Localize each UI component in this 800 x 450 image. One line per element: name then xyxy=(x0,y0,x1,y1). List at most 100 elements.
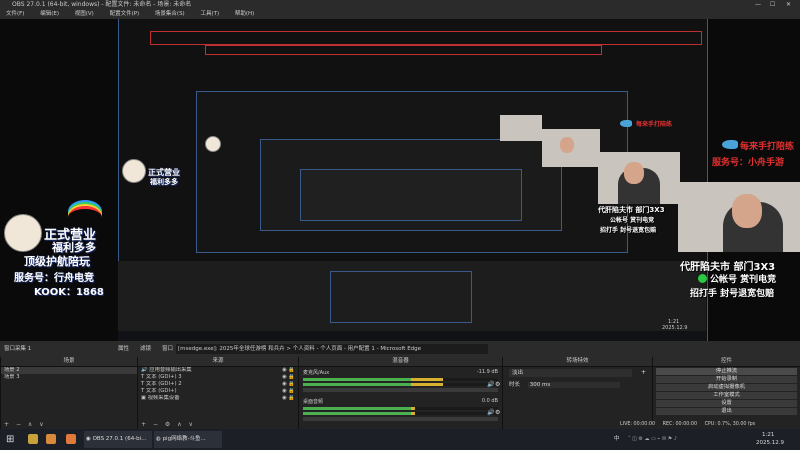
capture-source-name: 窗口采集 1 xyxy=(4,346,32,352)
windows-taskbar: ⊞ ◉ OBS 27.0.1 (64-bi... ◍ pig网络教-斗鱼... … xyxy=(0,429,800,450)
avatar-logo-small-2 xyxy=(205,136,221,152)
webcam-feed-main xyxy=(678,182,800,252)
recursion-frame-red-2 xyxy=(205,45,602,55)
start-virtual-camera-button[interactable]: 启动虚拟摄像机 xyxy=(656,384,797,391)
menu-edit[interactable]: 编辑(E) xyxy=(40,11,59,17)
transition-select[interactable]: 淡出 xyxy=(509,369,632,377)
mixer-channel-2-label: 桌面音频 0.0 dB xyxy=(303,398,498,405)
add-icon[interactable]: + xyxy=(4,421,9,428)
duration-label: 时长 xyxy=(509,382,521,388)
obs-status-bar: LIVE: 00:00:00 REC: 00:00:00 CPU: 0.7%, … xyxy=(620,422,800,429)
right-overlay-small-1: 代肝陷夫市 部门3X3 xyxy=(598,206,665,214)
app-icon[interactable] xyxy=(28,434,38,444)
app-icon[interactable] xyxy=(46,434,56,444)
visibility-icon[interactable]: ◉ 🔒 xyxy=(282,367,295,374)
visibility-icon[interactable]: ◉ 🔒 xyxy=(282,395,295,402)
volume-slider[interactable] xyxy=(303,417,498,421)
minimize-button[interactable]: — xyxy=(755,0,761,10)
mixer-header: 混音器 xyxy=(299,357,502,367)
wechat-icon xyxy=(698,274,707,283)
start-recording-button[interactable]: 开始录制 xyxy=(656,376,797,383)
transitions-header: 转场特效 xyxy=(503,357,652,367)
menu-scene-collection[interactable]: 场景集合(S) xyxy=(155,11,185,17)
source-item[interactable]: ▣ 视频采集设备 ◉ 🔒 xyxy=(138,395,298,402)
volume-slider[interactable] xyxy=(303,388,498,392)
sources-toolbar: + − ⚙ ∧ ∨ xyxy=(138,420,301,429)
add-icon[interactable]: + xyxy=(641,369,646,376)
menu-tools[interactable]: 工具(T) xyxy=(200,11,219,17)
gear-icon[interactable]: ⚙ xyxy=(495,381,500,388)
duration-input[interactable]: 300 ms xyxy=(527,382,620,388)
taskbar-browser[interactable]: ◍ pig网络教-斗鱼... xyxy=(154,431,222,448)
red-text-line-2: 服务号：小舟手游 xyxy=(712,158,785,168)
visibility-icon[interactable]: ◉ 🔒 xyxy=(282,381,295,388)
webcam-feed-4 xyxy=(500,115,542,141)
speaker-icon[interactable]: 🔊 xyxy=(487,381,494,388)
live-status: LIVE: 00:00:00 xyxy=(620,422,656,427)
webcam-feed-2 xyxy=(598,152,680,204)
promo-line-3: 顶级护航陪玩 xyxy=(24,255,90,268)
menu-help[interactable]: 帮助(H) xyxy=(235,11,254,17)
taskbar-time: 1:21 xyxy=(762,432,775,438)
app-icon[interactable] xyxy=(66,434,76,444)
window-select[interactable]: [msedge.exe]: 2025年全球任游榜 和兵卉 > 个人资料 - 个人… xyxy=(176,344,488,354)
avatar-logo-small-1 xyxy=(122,159,146,183)
scenes-dock: 场景 场景 2 场景 3 + − ∧ ∨ xyxy=(0,357,137,429)
recursion-frame-4 xyxy=(300,169,522,221)
tray-icons[interactable]: ˄ ◫ ⚙ ☁ ▭ ⌁ ✉ ⚑ ♪ xyxy=(628,431,748,448)
promo-line-5: KOOK：1868 xyxy=(34,287,104,298)
fish-icon xyxy=(722,140,738,149)
sources-dock: 来源 🔊 应用音频输出采集 ◉ 🔒 T 文本 (GDI+) 3 ◉ 🔒 T 文本 (… xyxy=(137,357,298,429)
remove-icon[interactable]: − xyxy=(16,421,21,428)
scene-item[interactable]: 场景 3 xyxy=(1,374,137,381)
remove-icon[interactable]: − xyxy=(153,421,158,428)
speaker-icon[interactable]: 🔊 xyxy=(487,409,494,416)
promo-small-2: 福利多多 xyxy=(150,178,178,186)
window-label: 窗口 xyxy=(162,346,174,352)
preview-canvas[interactable]: 正式营业 福利多多 顶级护航陪玩 服务号：行舟电竞 KOOK：1868 正式营业… xyxy=(0,19,800,341)
move-down-icon[interactable]: ∨ xyxy=(189,421,193,428)
visibility-icon[interactable]: ◉ 🔒 xyxy=(282,374,295,381)
move-up-icon[interactable]: ∧ xyxy=(28,421,32,428)
studio-mode-button[interactable]: 工作室模式 xyxy=(656,392,797,399)
person-face-2 xyxy=(624,162,644,184)
properties-button[interactable]: 属性 xyxy=(118,341,129,357)
source-item[interactable]: T 文本 (GDI+) ◉ 🔒 xyxy=(138,388,298,395)
visibility-icon[interactable]: ◉ 🔒 xyxy=(282,388,295,395)
rec-status: REC: 00:00:00 xyxy=(662,422,698,427)
meter-bar xyxy=(303,407,498,410)
menu-file[interactable]: 文件(F) xyxy=(6,11,24,17)
source-item[interactable]: T 文本 (GDI+) 2 ◉ 🔒 xyxy=(138,381,298,388)
stop-streaming-button[interactable]: 停止推流 xyxy=(656,368,797,375)
source-item[interactable]: T 文本 (GDI+) 3 ◉ 🔒 xyxy=(138,374,298,381)
add-icon[interactable]: + xyxy=(141,421,146,428)
settings-button[interactable]: 设置 xyxy=(656,400,797,407)
fish-icon-small xyxy=(620,120,632,127)
menu-view[interactable]: 视图(V) xyxy=(75,11,94,17)
inner-taskbar xyxy=(118,331,706,341)
menu-profile[interactable]: 配置文件(P) xyxy=(110,11,140,17)
filters-button[interactable]: 滤镜 xyxy=(140,341,151,357)
taskbar-date: 2025.12.9 xyxy=(756,440,784,446)
meter-bar xyxy=(303,383,498,386)
ime-indicator[interactable]: 中 xyxy=(614,431,620,448)
maximize-button[interactable]: ☐ xyxy=(770,0,775,10)
meter-bar xyxy=(303,378,498,381)
windows-start-icon[interactable]: ⊞ xyxy=(6,431,18,448)
window-title-bar: OBS 27.0.1 (64-bit, windows) - 配置文件: 未命名… xyxy=(0,0,800,10)
controls-header: 控件 xyxy=(653,357,800,367)
window-title: OBS 27.0.1 (64-bit, windows) - 配置文件: 未命名… xyxy=(12,1,192,8)
move-up-icon[interactable]: ∧ xyxy=(177,421,181,428)
meter-bar xyxy=(303,412,498,415)
mixer-channel-1-label: 麦克风/Aux -11.9 dB xyxy=(303,369,498,376)
move-down-icon[interactable]: ∨ xyxy=(39,421,43,428)
source-item[interactable]: 🔊 应用音频输出采集 ◉ 🔒 xyxy=(138,367,298,374)
scenes-header: 场景 xyxy=(1,357,137,367)
gear-icon[interactable]: ⚙ xyxy=(495,409,500,416)
close-button[interactable]: ✕ xyxy=(786,0,791,10)
taskbar-obs[interactable]: ◉ OBS 27.0.1 (64-bi... xyxy=(84,431,152,448)
exit-button[interactable]: 退出 xyxy=(656,408,797,415)
gear-icon[interactable]: ⚙ xyxy=(165,421,170,428)
cpu-status: CPU: 0.7%, 30.00 fps xyxy=(704,422,756,427)
scene-item[interactable]: 场景 2 xyxy=(1,367,137,374)
